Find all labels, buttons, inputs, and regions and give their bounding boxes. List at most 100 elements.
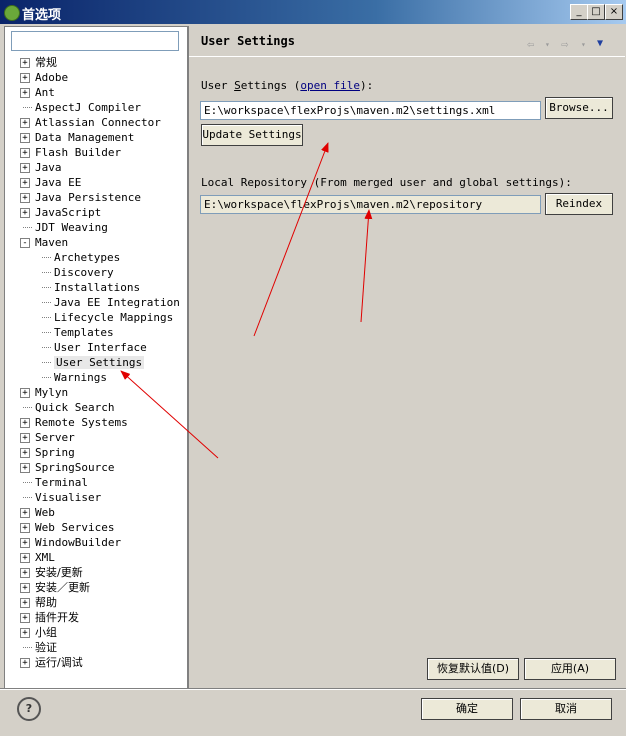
tree-item[interactable]: Terminal	[23, 475, 88, 490]
tree-item[interactable]: Java EE Integration	[42, 295, 180, 310]
expand-icon[interactable]: +	[20, 88, 30, 98]
expand-icon[interactable]: +	[20, 448, 30, 458]
tree-item[interactable]: + SpringSource	[20, 460, 114, 475]
expand-icon[interactable]: +	[20, 463, 30, 473]
back-icon[interactable]: ⇦	[527, 37, 534, 51]
tree-connector	[23, 407, 32, 408]
tree-item-label: Discovery	[54, 266, 114, 279]
tree-item[interactable]: Templates	[42, 325, 114, 340]
tree-connector	[42, 347, 51, 348]
expand-icon[interactable]: +	[20, 658, 30, 668]
help-icon[interactable]: ?	[17, 697, 41, 721]
update-settings-button[interactable]: Update Settings	[201, 124, 303, 146]
tree-item[interactable]: + 插件开发	[20, 610, 79, 625]
tree-item[interactable]: + Mylyn	[20, 385, 68, 400]
tree-item-label: Flash Builder	[35, 146, 122, 159]
tree-item[interactable]: + Web	[20, 505, 55, 520]
tree-item[interactable]: + 常规	[20, 55, 57, 70]
tree-item[interactable]: + Adobe	[20, 70, 68, 85]
tree-item[interactable]: + 安装/更新	[20, 565, 83, 580]
local-repository-label: Local Repository (From merged user and g…	[201, 176, 572, 189]
cancel-button[interactable]: 取消	[520, 698, 612, 720]
expand-icon[interactable]: +	[20, 148, 30, 158]
expand-icon[interactable]: +	[20, 508, 30, 518]
tree-item[interactable]: + 帮助	[20, 595, 57, 610]
maximize-button[interactable]: □	[587, 4, 605, 20]
tree-item[interactable]: + Data Management	[20, 130, 134, 145]
tree-item[interactable]: Visualiser	[23, 490, 101, 505]
expand-icon[interactable]: +	[20, 163, 30, 173]
tree-item[interactable]: + 小组	[20, 625, 57, 640]
tree-item[interactable]: Lifecycle Mappings	[42, 310, 174, 325]
tree-item[interactable]: + Remote Systems	[20, 415, 128, 430]
expand-icon[interactable]: +	[20, 208, 30, 218]
expand-icon[interactable]: +	[20, 118, 30, 128]
expand-icon[interactable]: +	[20, 538, 30, 548]
expand-icon[interactable]: +	[20, 598, 30, 608]
expand-icon[interactable]: +	[20, 613, 30, 623]
forward-menu-icon[interactable]: ▾	[581, 40, 586, 49]
tree-item[interactable]: JDT Weaving	[23, 220, 108, 235]
tree-item[interactable]: + Server	[20, 430, 75, 445]
tree-item[interactable]: Warnings	[42, 370, 107, 385]
restore-defaults-button[interactable]: 恢复默认值(D)	[427, 658, 519, 680]
tree-item[interactable]: AspectJ Compiler	[23, 100, 141, 115]
expand-icon[interactable]: +	[20, 418, 30, 428]
tree-item[interactable]: User Settings	[42, 355, 145, 370]
tree-item[interactable]: + JavaScript	[20, 205, 101, 220]
expand-icon[interactable]: +	[20, 193, 30, 203]
user-settings-field[interactable]: E:\workspace\flexProjs\maven.m2\settings…	[200, 101, 541, 120]
expand-icon[interactable]: +	[20, 133, 30, 143]
expand-icon[interactable]: +	[20, 178, 30, 188]
tree-item[interactable]: 验证	[23, 640, 57, 655]
expand-icon[interactable]: +	[20, 73, 30, 83]
back-menu-icon[interactable]: ▾	[545, 40, 550, 49]
tree-item[interactable]: User Interface	[42, 340, 147, 355]
ok-button[interactable]: 确定	[421, 698, 513, 720]
tree-item[interactable]: Installations	[42, 280, 140, 295]
tree-item[interactable]: - Maven	[20, 235, 68, 250]
tree-item[interactable]: + Web Services	[20, 520, 114, 535]
expand-icon[interactable]: +	[20, 568, 30, 578]
reindex-button[interactable]: Reindex	[545, 193, 613, 215]
spring-app-icon	[4, 5, 20, 21]
tree-item[interactable]: + Java Persistence	[20, 190, 141, 205]
view-menu-icon[interactable]: ▼	[597, 38, 603, 49]
filter-input[interactable]	[11, 31, 179, 51]
tree-item[interactable]: + 安装／更新	[20, 580, 90, 595]
tree-item[interactable]: + Atlassian Connector	[20, 115, 161, 130]
tree-item-label: AspectJ Compiler	[35, 101, 141, 114]
minimize-button[interactable]: _	[570, 4, 588, 20]
tree-item[interactable]: + Spring	[20, 445, 75, 460]
footer-separator	[0, 688, 626, 690]
user-settings-label-post: ettings (	[240, 79, 301, 92]
expand-icon[interactable]: +	[20, 583, 30, 593]
expand-icon[interactable]: +	[20, 388, 30, 398]
tree-item[interactable]: Archetypes	[42, 250, 120, 265]
tree-item[interactable]: + Ant	[20, 85, 55, 100]
expand-icon[interactable]: +	[20, 523, 30, 533]
tree-item[interactable]: + Flash Builder	[20, 145, 122, 160]
expand-icon[interactable]: +	[20, 433, 30, 443]
tree-item-label: 运行/调试	[35, 656, 83, 669]
open-file-link[interactable]: open file	[300, 79, 360, 92]
tree-item[interactable]: + WindowBuilder	[20, 535, 121, 550]
apply-button[interactable]: 应用(A)	[524, 658, 616, 680]
tree-item-label: Java EE	[35, 176, 82, 189]
browse-button[interactable]: Browse...	[545, 97, 613, 119]
tree-item-label: Lifecycle Mappings	[54, 311, 174, 324]
tree-connector	[23, 647, 32, 648]
close-button[interactable]: ×	[605, 4, 623, 20]
collapse-icon[interactable]: -	[20, 238, 30, 248]
tree-item[interactable]: + Java	[20, 160, 62, 175]
tree-item[interactable]: Discovery	[42, 265, 114, 280]
tree-item[interactable]: Quick Search	[23, 400, 114, 415]
tree-item-label: Remote Systems	[35, 416, 128, 429]
tree-item[interactable]: + XML	[20, 550, 55, 565]
tree-item[interactable]: + 运行/调试	[20, 655, 83, 670]
expand-icon[interactable]: +	[20, 628, 30, 638]
forward-icon[interactable]: ⇨	[561, 37, 568, 51]
tree-item[interactable]: + Java EE	[20, 175, 82, 190]
expand-icon[interactable]: +	[20, 553, 30, 563]
expand-icon[interactable]: +	[20, 58, 30, 68]
